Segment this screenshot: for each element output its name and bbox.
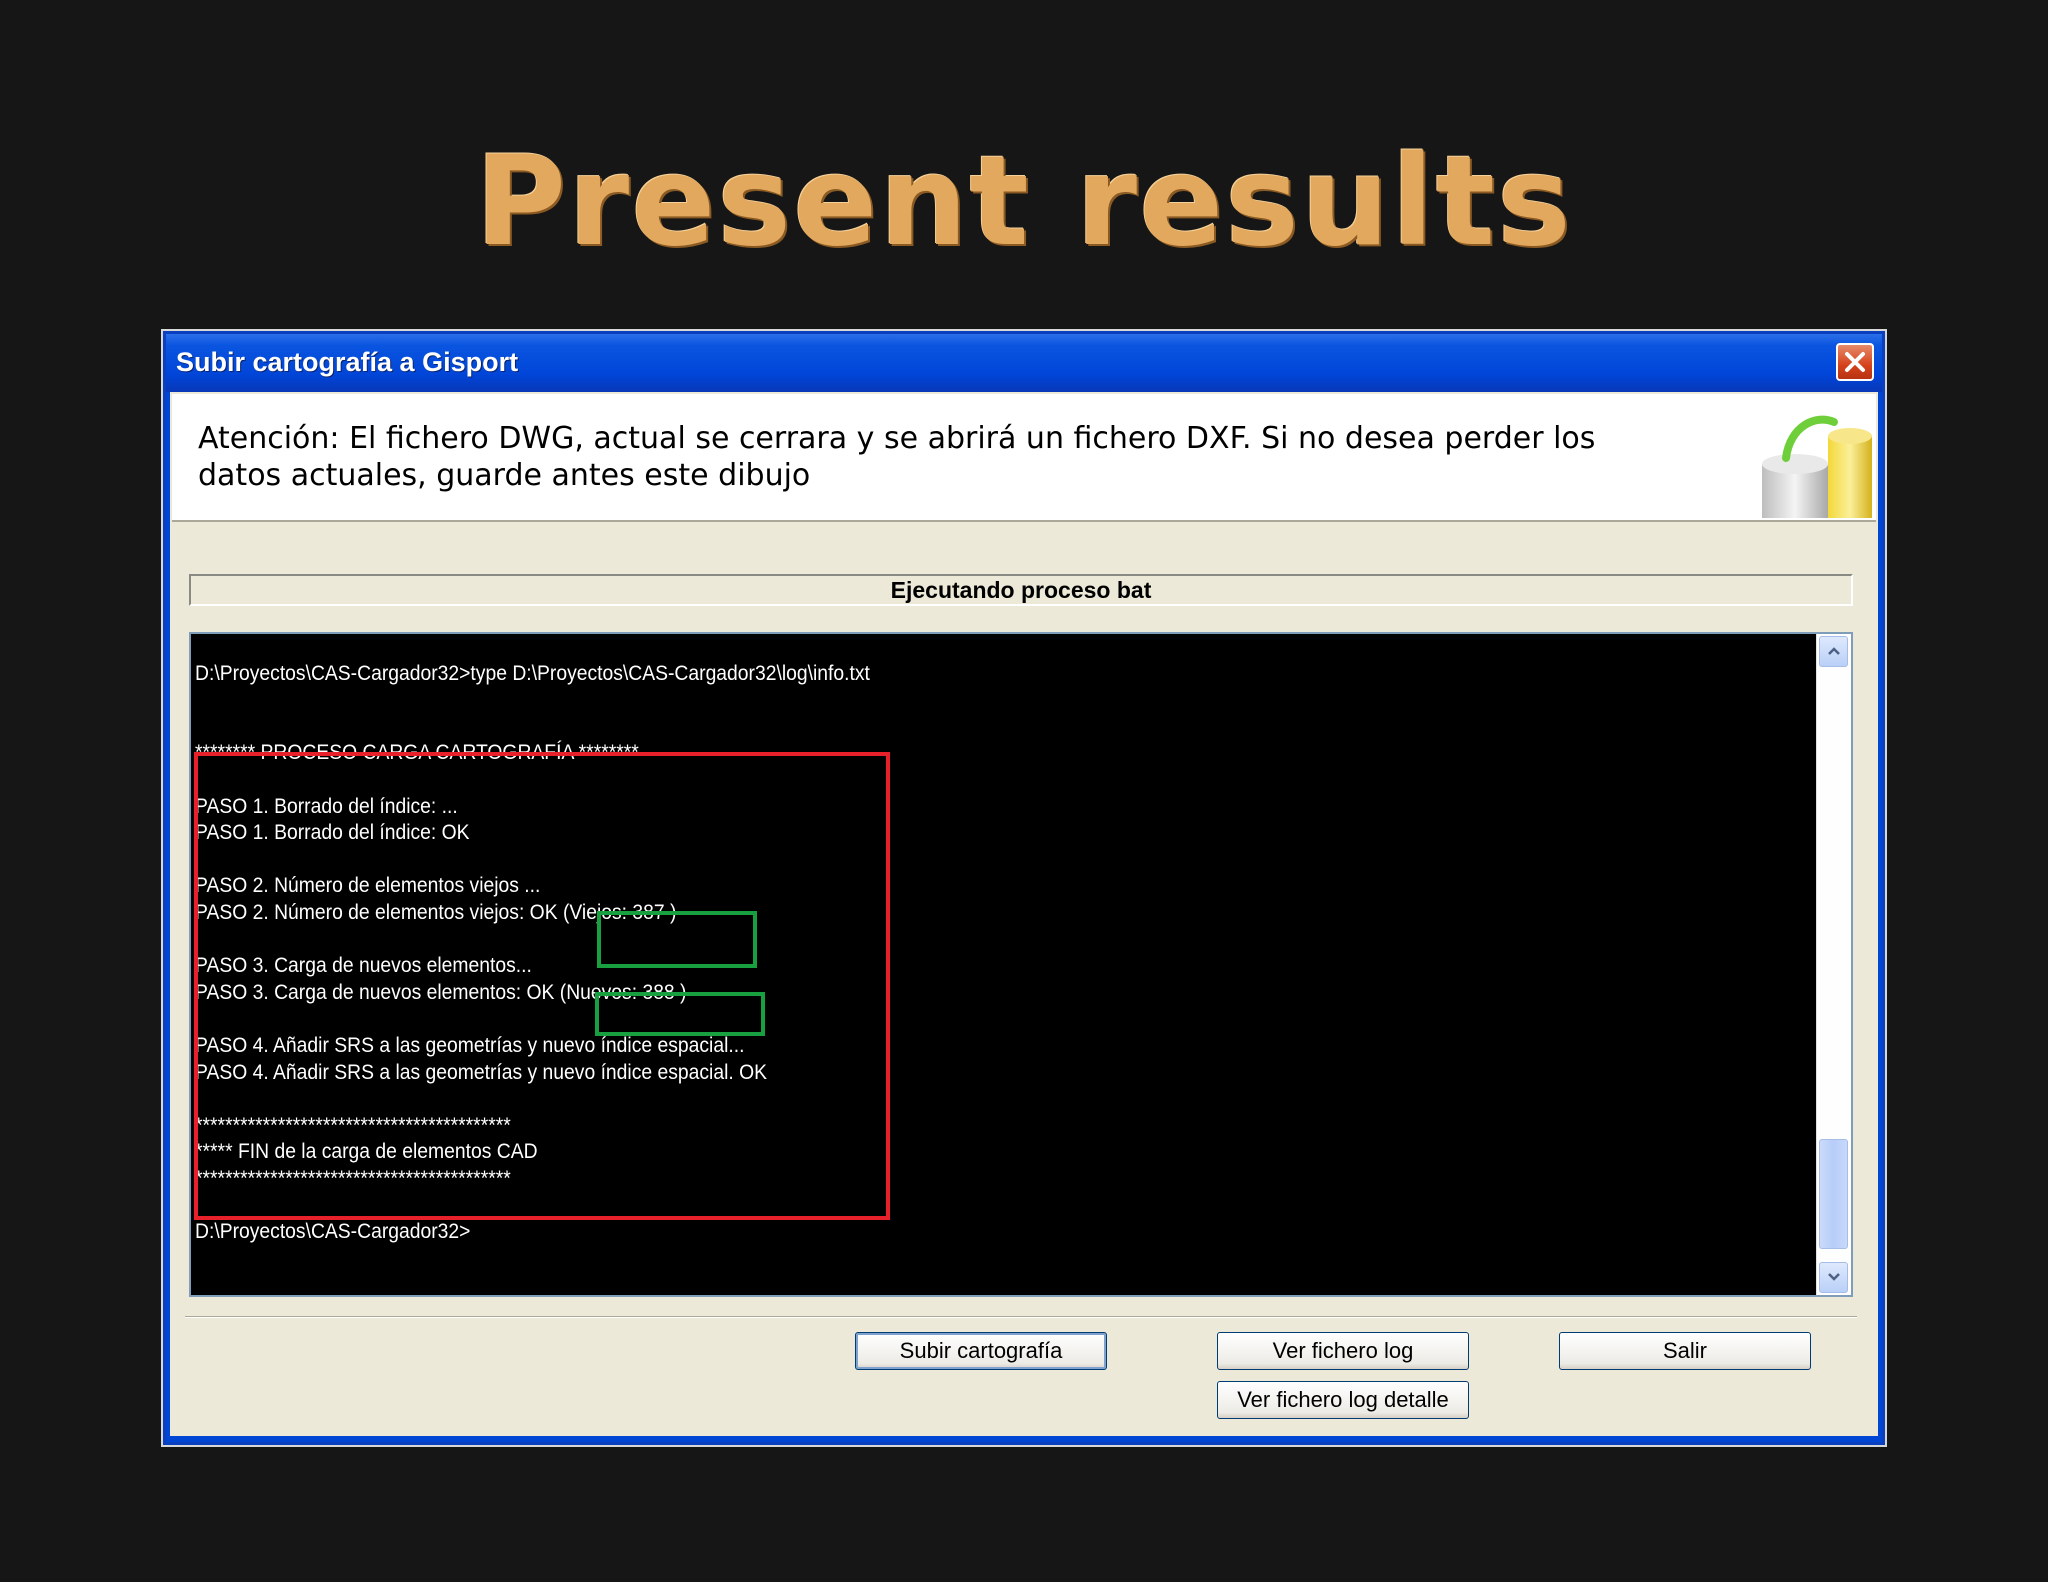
warning-text: Atención: El fichero DWG, actual se cerr… bbox=[198, 421, 1596, 493]
window-title: Subir cartografía a Gisport bbox=[176, 347, 519, 377]
new-count-highlight-box bbox=[595, 992, 765, 1036]
close-button[interactable] bbox=[1836, 343, 1874, 381]
dialog-window: Subir cartografía a Gisport Atención: El… bbox=[163, 331, 1885, 1445]
exit-button[interactable]: Salir bbox=[1559, 1332, 1811, 1370]
process-highlight-box bbox=[194, 752, 890, 1220]
status-label: Ejecutando proceso bat bbox=[189, 574, 1853, 606]
scroll-down-button[interactable] bbox=[1819, 1262, 1848, 1293]
view-log-detail-button[interactable]: Ver fichero log detalle bbox=[1217, 1381, 1469, 1419]
dialog-client-area: Atención: El fichero DWG, actual se cerr… bbox=[170, 392, 1878, 1436]
slide-title: Present results bbox=[475, 130, 1573, 274]
arrow-up-icon bbox=[1828, 647, 1840, 655]
upload-cartography-button[interactable]: Subir cartografía bbox=[855, 1332, 1107, 1370]
scroll-up-button[interactable] bbox=[1819, 636, 1848, 667]
cylinder-arrow-icon bbox=[1762, 415, 1872, 518]
title-bar[interactable]: Subir cartografía a Gisport bbox=[166, 334, 1882, 392]
arrow-down-icon bbox=[1828, 1273, 1840, 1281]
scrollbar-thumb[interactable] bbox=[1819, 1139, 1848, 1249]
warning-banner: Atención: El fichero DWG, actual se cerr… bbox=[172, 394, 1876, 522]
view-log-button[interactable]: Ver fichero log bbox=[1217, 1332, 1469, 1370]
console-line: D:\Proyectos\CAS-Cargador32>type D:\Proy… bbox=[195, 661, 870, 685]
vertical-scrollbar[interactable] bbox=[1816, 634, 1851, 1295]
console-line: D:\Proyectos\CAS-Cargador32> bbox=[195, 1220, 471, 1244]
separator bbox=[185, 1316, 1857, 1318]
close-icon bbox=[1845, 352, 1865, 372]
old-count-highlight-box bbox=[597, 911, 757, 968]
console-output[interactable]: D:\Proyectos\CAS-Cargador32>type D:\Proy… bbox=[189, 632, 1853, 1297]
